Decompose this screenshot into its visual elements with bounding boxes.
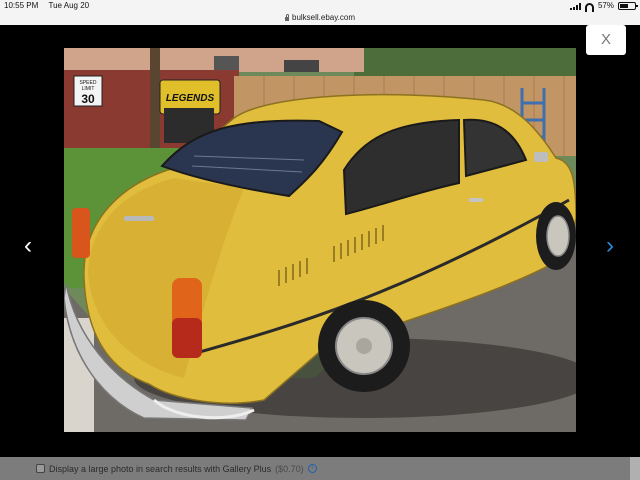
trees	[354, 48, 576, 78]
house-window-2	[284, 60, 319, 72]
cellular-signal-icon	[569, 2, 581, 10]
legends-sign-text: LEGENDS	[166, 93, 215, 104]
status-time: 10:55 PM	[4, 1, 39, 10]
status-right: 57%	[569, 0, 638, 12]
previous-photo-arrow-icon[interactable]: ‹	[18, 231, 38, 261]
right-tail-light-lower	[172, 318, 202, 358]
gallery-plus-label[interactable]: Display a large photo in search results …	[49, 464, 271, 474]
house-window	[214, 56, 239, 70]
page-behind-strip: Display a large photo in search results …	[0, 457, 640, 480]
status-bar: 10:55 PM Tue Aug 20 57%	[0, 0, 640, 12]
battery-icon	[618, 2, 638, 10]
url-bar[interactable]: bulksell.ebay.com	[0, 12, 640, 25]
speed-sign-value: 30	[81, 92, 95, 106]
car-photo: SPEED LIMIT 30 LEGENDS	[64, 48, 576, 432]
close-button[interactable]: X	[586, 25, 626, 55]
gallery-plus-option: Display a large photo in search results …	[36, 457, 317, 480]
status-left: 10:55 PM Tue Aug 20	[4, 0, 89, 12]
gallery-plus-checkbox[interactable]	[36, 464, 45, 473]
lock-icon	[285, 14, 289, 21]
wifi-icon	[584, 2, 594, 12]
front-hubcap	[546, 215, 570, 257]
left-tail-light	[72, 208, 90, 258]
rear-hub-center	[356, 338, 372, 354]
strip-edge	[630, 457, 640, 480]
url-text: bulksell.ebay.com	[292, 13, 355, 22]
rear-badge	[124, 216, 154, 221]
gallery-plus-price: ($0.70)	[275, 463, 304, 474]
tree-trunk	[150, 48, 160, 148]
info-icon[interactable]: i	[307, 464, 317, 473]
battery-fill	[620, 4, 628, 8]
next-photo-arrow-icon[interactable]: ›	[600, 231, 620, 261]
side-mirror	[534, 152, 548, 162]
door-handle	[469, 198, 483, 202]
status-date: Tue Aug 20	[48, 1, 90, 10]
screen: 10:55 PM Tue Aug 20 57% bulksell.ebay.co…	[0, 0, 640, 480]
listing-photo: SPEED LIMIT 30 LEGENDS	[64, 48, 576, 432]
battery-percent: 57%	[597, 1, 614, 10]
